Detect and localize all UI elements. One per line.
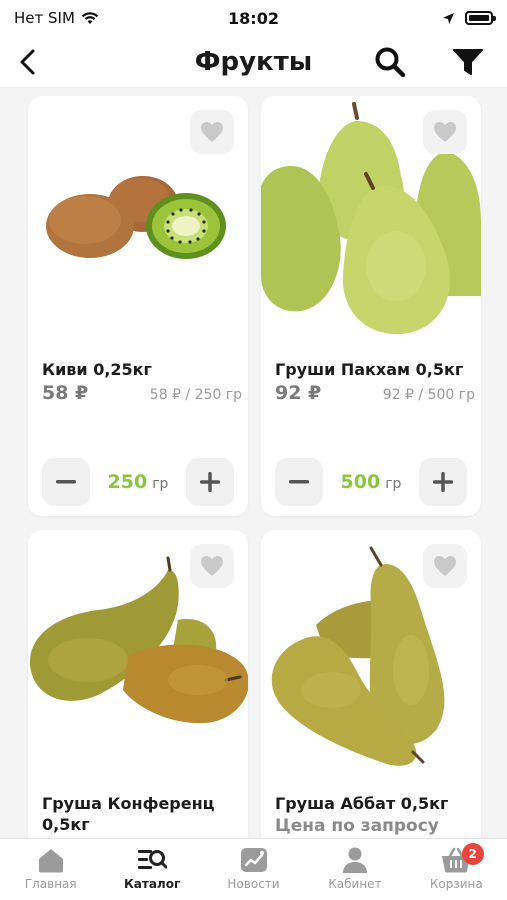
page-title: Фрукты bbox=[194, 46, 313, 77]
cart-count-badge: 2 bbox=[461, 843, 484, 865]
product-card[interactable]: Груша Конференц 0,5кг bbox=[28, 530, 248, 838]
increase-button[interactable] bbox=[185, 458, 234, 506]
minus-icon bbox=[56, 480, 76, 484]
product-card[interactable]: Киви 0,25кг 58 ₽ 58 ₽ / 250 гр 250 гр bbox=[28, 96, 248, 516]
product-price: 58 ₽ bbox=[42, 382, 89, 404]
increase-button[interactable] bbox=[418, 458, 467, 506]
minus-icon bbox=[289, 480, 309, 484]
status-left: Нет SIM bbox=[14, 9, 174, 27]
product-card[interactable]: Груша Аббат 0,5кг Цена по запросу bbox=[261, 530, 481, 838]
filter-icon bbox=[453, 49, 483, 75]
tab-label: Корзина bbox=[429, 877, 483, 891]
product-grid: Киви 0,25кг 58 ₽ 58 ₽ / 250 гр 250 гр Гр… bbox=[0, 88, 507, 838]
quantity-value: 250 гр bbox=[108, 471, 169, 493]
unit-price: 92 ₽ / 500 гр bbox=[382, 387, 475, 403]
tab-bar: Главная Каталог Новости Кабинет 2 Корзин… bbox=[0, 838, 507, 900]
heart-icon bbox=[434, 556, 456, 576]
quantity-unit: гр bbox=[385, 476, 402, 492]
product-card[interactable]: Груши Пакхам 0,5кг 92 ₽ 92 ₽ / 500 гр 50… bbox=[261, 96, 481, 516]
filter-button[interactable] bbox=[448, 42, 488, 82]
tab-catalog[interactable]: Каталог bbox=[101, 839, 202, 900]
plus-icon bbox=[432, 472, 453, 492]
price-row: 58 ₽ 58 ₽ / 250 гр bbox=[42, 382, 242, 404]
price-on-request: Цена по запросу bbox=[275, 816, 439, 836]
tab-news[interactable]: Новости bbox=[203, 839, 304, 900]
news-chart-icon bbox=[240, 848, 267, 872]
tab-cart[interactable]: 2 Корзина bbox=[406, 839, 507, 900]
decrease-button[interactable] bbox=[42, 458, 90, 506]
price-row: 92 ₽ 92 ₽ / 500 гр bbox=[275, 382, 475, 404]
product-price: 92 ₽ bbox=[275, 382, 322, 404]
unit-price: 58 ₽ / 250 гр bbox=[149, 387, 242, 403]
tab-label: Новости bbox=[227, 877, 280, 891]
tab-label: Кабинет bbox=[328, 877, 382, 891]
product-name: Груши Пакхам 0,5кг bbox=[275, 360, 464, 379]
decrease-button[interactable] bbox=[275, 458, 323, 506]
quantity-number: 250 bbox=[107, 471, 148, 493]
wifi-icon bbox=[81, 12, 99, 24]
favorite-button[interactable] bbox=[423, 110, 467, 154]
status-right bbox=[333, 11, 496, 25]
heart-icon bbox=[201, 556, 223, 576]
quantity-stepper: 250 гр bbox=[42, 458, 234, 506]
nav-bar: Фрукты bbox=[0, 36, 507, 88]
tab-cabinet[interactable]: Кабинет bbox=[304, 839, 405, 900]
quantity-number: 500 bbox=[340, 471, 381, 493]
chevron-left-icon bbox=[20, 49, 35, 75]
heart-icon bbox=[434, 122, 456, 142]
home-icon bbox=[38, 849, 63, 873]
catalog-search-icon bbox=[138, 850, 168, 869]
search-button[interactable] bbox=[370, 42, 410, 82]
quantity-stepper: 500 гр bbox=[275, 458, 467, 506]
battery-icon bbox=[465, 11, 496, 25]
favorite-button[interactable] bbox=[423, 544, 467, 588]
heart-icon bbox=[201, 122, 223, 142]
plus-icon bbox=[199, 472, 220, 492]
carrier-label: Нет SIM bbox=[14, 9, 75, 27]
favorite-button[interactable] bbox=[190, 544, 234, 588]
quantity-value: 500 гр bbox=[341, 471, 402, 493]
tab-home[interactable]: Главная bbox=[0, 839, 101, 900]
tab-label: Каталог bbox=[123, 877, 181, 891]
location-arrow-icon bbox=[443, 12, 454, 24]
status-bar: Нет SIM 18:02 bbox=[0, 0, 507, 36]
product-name: Киви 0,25кг bbox=[42, 360, 152, 379]
status-time: 18:02 bbox=[228, 8, 279, 28]
product-name: Груша Аббат 0,5кг bbox=[275, 794, 449, 813]
search-icon bbox=[375, 47, 406, 78]
user-icon bbox=[342, 847, 367, 873]
product-name: Груша Конференц 0,5кг bbox=[42, 794, 215, 834]
favorite-button[interactable] bbox=[190, 110, 234, 154]
back-button[interactable] bbox=[10, 44, 46, 80]
tab-label: Главная bbox=[24, 877, 77, 891]
quantity-unit: гр bbox=[152, 476, 169, 492]
